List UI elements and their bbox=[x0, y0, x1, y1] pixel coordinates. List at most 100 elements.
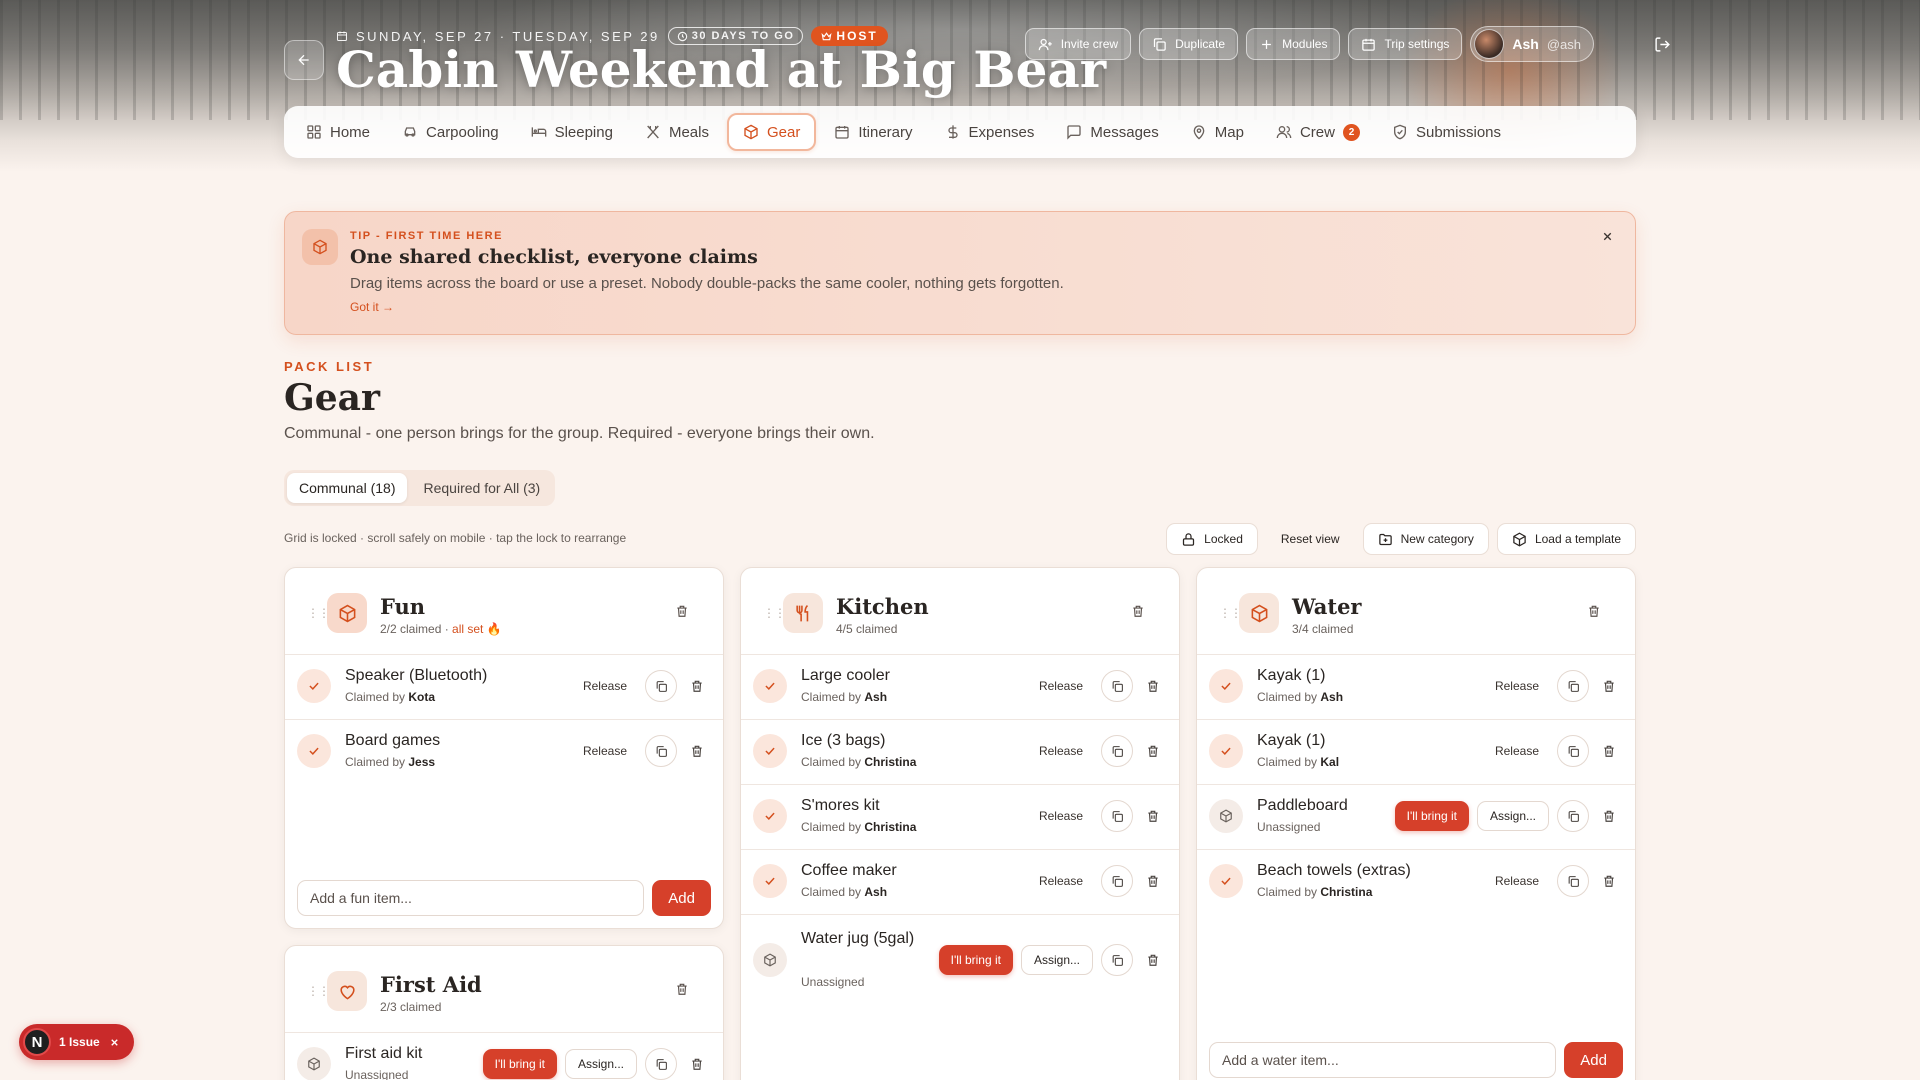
page-title: Gear bbox=[284, 377, 380, 419]
box-icon bbox=[327, 593, 367, 633]
tip-dismiss-link[interactable]: Got it → bbox=[350, 300, 394, 314]
nav-map[interactable]: Map bbox=[1177, 113, 1258, 151]
nav-messages[interactable]: Messages bbox=[1052, 113, 1172, 151]
logout-button[interactable] bbox=[1650, 32, 1674, 56]
list-item: First aid kit Unassigned I'll bring it A… bbox=[285, 1032, 723, 1080]
release-button[interactable]: Release bbox=[1029, 744, 1093, 758]
assign-button[interactable]: Assign... bbox=[1476, 801, 1549, 831]
nav-submissions[interactable]: Submissions bbox=[1378, 113, 1515, 151]
copy-icon[interactable] bbox=[1557, 865, 1589, 897]
item-name: First aid kit bbox=[345, 1045, 423, 1062]
copy-icon[interactable] bbox=[1101, 735, 1133, 767]
trash-icon[interactable] bbox=[1141, 674, 1165, 698]
list-item: S'mores kit Claimed by Christina Release bbox=[741, 784, 1179, 849]
list-item: Speaker (Bluetooth) Claimed by Kota Rele… bbox=[285, 654, 723, 719]
trash-icon[interactable] bbox=[671, 978, 693, 1000]
copy-icon[interactable] bbox=[645, 1048, 677, 1080]
trash-icon[interactable] bbox=[1583, 600, 1605, 622]
box-icon bbox=[1513, 532, 1526, 546]
add-fun-item-button[interactable]: Add bbox=[652, 880, 711, 916]
tab-communal[interactable]: Communal (18) bbox=[287, 473, 408, 503]
trip-settings-button[interactable]: Trip settings bbox=[1348, 28, 1463, 60]
bring-it-button[interactable]: I'll bring it bbox=[1394, 801, 1469, 831]
trash-icon[interactable] bbox=[1597, 739, 1621, 763]
duplicate-button[interactable]: Duplicate bbox=[1139, 28, 1239, 60]
lock-toggle-button[interactable]: Locked bbox=[1166, 523, 1258, 555]
car-icon bbox=[404, 127, 416, 137]
issue-indicator[interactable]: N 1 Issue bbox=[19, 1024, 134, 1060]
copy-icon[interactable] bbox=[645, 670, 677, 702]
trash-icon[interactable] bbox=[1597, 804, 1621, 828]
nav-carpooling[interactable]: Carpooling bbox=[388, 113, 513, 151]
load-template-button[interactable]: Load a template bbox=[1496, 523, 1636, 555]
item-claim: Claimed by Jess bbox=[345, 755, 436, 769]
add-water-item-button[interactable]: Add bbox=[1564, 1042, 1623, 1078]
assign-button[interactable]: Assign... bbox=[564, 1049, 637, 1079]
header-actions: Invite crew Duplicate Modules Trip setti… bbox=[1024, 26, 1594, 62]
release-button[interactable]: Release bbox=[1485, 744, 1549, 758]
back-button[interactable] bbox=[284, 40, 324, 80]
nav-meals[interactable]: Meals bbox=[631, 113, 723, 151]
item-name: Paddleboard bbox=[1257, 797, 1348, 814]
release-button[interactable]: Release bbox=[1029, 874, 1093, 888]
bring-it-button[interactable]: I'll bring it bbox=[938, 945, 1013, 975]
trash-icon[interactable] bbox=[1141, 739, 1165, 763]
trash-icon[interactable] bbox=[685, 674, 709, 698]
trash-icon[interactable] bbox=[1597, 869, 1621, 893]
heart-icon bbox=[327, 971, 367, 1011]
modules-button[interactable]: Modules bbox=[1246, 28, 1341, 60]
release-button[interactable]: Release bbox=[573, 744, 637, 758]
nav-home[interactable]: Home bbox=[292, 113, 384, 151]
release-button[interactable]: Release bbox=[1029, 679, 1093, 693]
copy-icon[interactable] bbox=[1557, 800, 1589, 832]
user-menu[interactable]: Ash @ash bbox=[1470, 26, 1594, 62]
drag-handle-icon[interactable]: ⋮⋮ bbox=[763, 606, 786, 620]
nav-gear[interactable]: Gear bbox=[726, 113, 817, 151]
add-fun-item-input[interactable] bbox=[297, 880, 645, 916]
copy-icon[interactable] bbox=[645, 735, 677, 767]
check-icon bbox=[1209, 669, 1243, 703]
trash-icon[interactable] bbox=[671, 600, 693, 622]
trash-icon[interactable] bbox=[685, 739, 709, 763]
add-water-item-input[interactable] bbox=[1209, 1042, 1557, 1078]
trash-icon[interactable] bbox=[1141, 804, 1165, 828]
release-button[interactable]: Release bbox=[1485, 679, 1549, 693]
copy-icon[interactable] bbox=[1101, 800, 1133, 832]
plus-icon bbox=[1262, 39, 1271, 49]
copy-icon[interactable] bbox=[1101, 670, 1133, 702]
release-button[interactable]: Release bbox=[1029, 809, 1093, 823]
new-category-button[interactable]: New category bbox=[1362, 523, 1489, 555]
trash-icon[interactable] bbox=[1597, 674, 1621, 698]
release-button[interactable]: Release bbox=[1485, 874, 1549, 888]
drag-handle-icon[interactable]: ⋮⋮ bbox=[307, 606, 330, 620]
nav-expenses[interactable]: Expenses bbox=[931, 113, 1049, 151]
copy-icon[interactable] bbox=[1101, 865, 1133, 897]
trash-icon[interactable] bbox=[685, 1052, 709, 1076]
trash-icon[interactable] bbox=[1141, 948, 1165, 972]
invite-crew-button[interactable]: Invite crew bbox=[1024, 28, 1132, 60]
copy-icon[interactable] bbox=[1101, 944, 1133, 976]
drag-handle-icon[interactable]: ⋮⋮ bbox=[307, 984, 330, 998]
category-count: 3/4 claimed bbox=[1292, 622, 1354, 636]
close-icon[interactable] bbox=[108, 1035, 122, 1049]
nav-crew[interactable]: Crew 2 bbox=[1262, 113, 1374, 151]
trash-icon[interactable] bbox=[1127, 600, 1149, 622]
tab-required[interactable]: Required for All (3) bbox=[411, 473, 552, 503]
close-icon[interactable] bbox=[1597, 226, 1617, 246]
copy-icon[interactable] bbox=[1557, 735, 1589, 767]
drag-handle-icon[interactable]: ⋮⋮ bbox=[1219, 606, 1242, 620]
list-item: Board games Claimed by Jess Release bbox=[285, 719, 723, 784]
calendar-settings-icon bbox=[1362, 38, 1376, 51]
nav-itinerary[interactable]: Itinerary bbox=[820, 113, 926, 151]
copy-icon[interactable] bbox=[1557, 670, 1589, 702]
trash-icon[interactable] bbox=[1141, 869, 1165, 893]
release-button[interactable]: Release bbox=[573, 679, 637, 693]
nav-sleeping[interactable]: Sleeping bbox=[517, 113, 627, 151]
reset-view-button[interactable]: Reset view bbox=[1266, 523, 1355, 555]
list-item: Kayak (1) Claimed by Ash Release bbox=[1197, 654, 1635, 719]
item-claim: Unassigned bbox=[345, 1068, 409, 1080]
box-icon bbox=[302, 229, 338, 265]
assign-button[interactable]: Assign... bbox=[1020, 945, 1093, 975]
item-claim: Claimed by Ash bbox=[1257, 690, 1344, 704]
bring-it-button[interactable]: I'll bring it bbox=[482, 1049, 557, 1079]
